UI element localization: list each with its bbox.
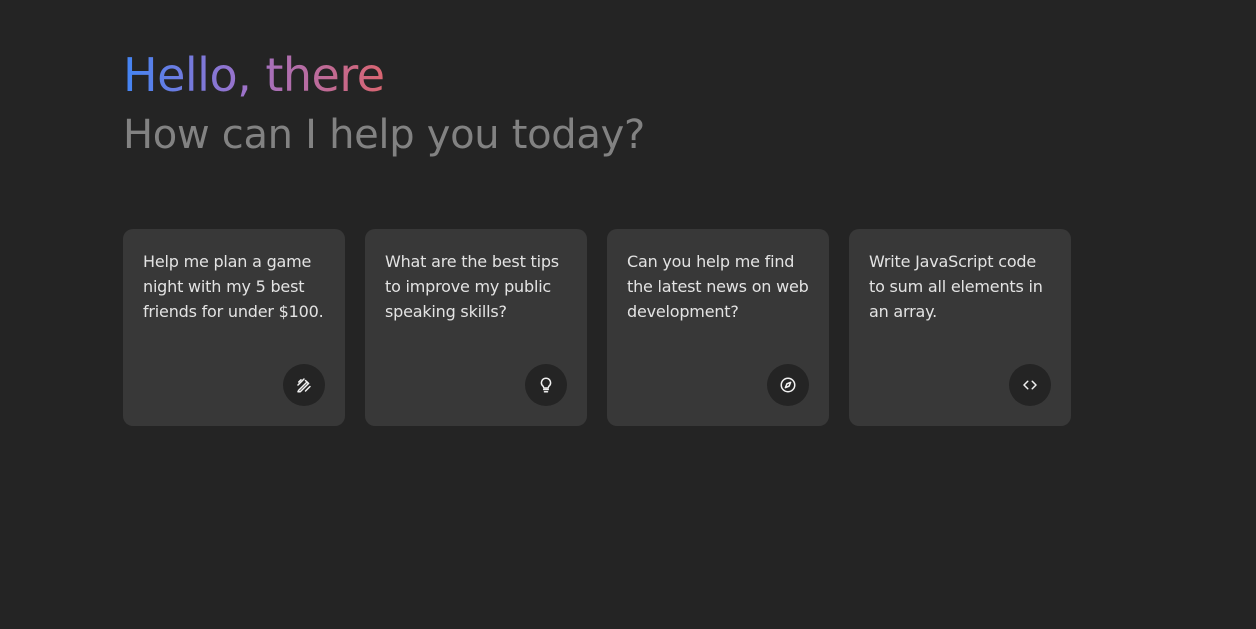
draw-icon [283,364,325,406]
suggestion-card-web-news[interactable]: Can you help me find the latest news on … [607,229,829,426]
suggestion-text: What are the best tips to improve my pub… [385,252,559,321]
greeting-subtitle: How can I help you today? [123,112,645,158]
suggestion-card-public-speaking[interactable]: What are the best tips to improve my pub… [365,229,587,426]
explore-icon [767,364,809,406]
code-icon [1009,364,1051,406]
suggestion-list: Help me plan a game night with my 5 best… [123,229,1071,426]
lightbulb-icon [525,364,567,406]
greeting-header: Hello, there How can I help you today? [123,44,645,160]
suggestion-text: Help me plan a game night with my 5 best… [143,252,324,321]
greeting-title: Hello, there [123,44,385,106]
suggestion-card-game-night[interactable]: Help me plan a game night with my 5 best… [123,229,345,426]
suggestion-text: Can you help me find the latest news on … [627,252,809,321]
suggestion-card-javascript[interactable]: Write JavaScript code to sum all element… [849,229,1071,426]
suggestion-text: Write JavaScript code to sum all element… [869,252,1043,321]
